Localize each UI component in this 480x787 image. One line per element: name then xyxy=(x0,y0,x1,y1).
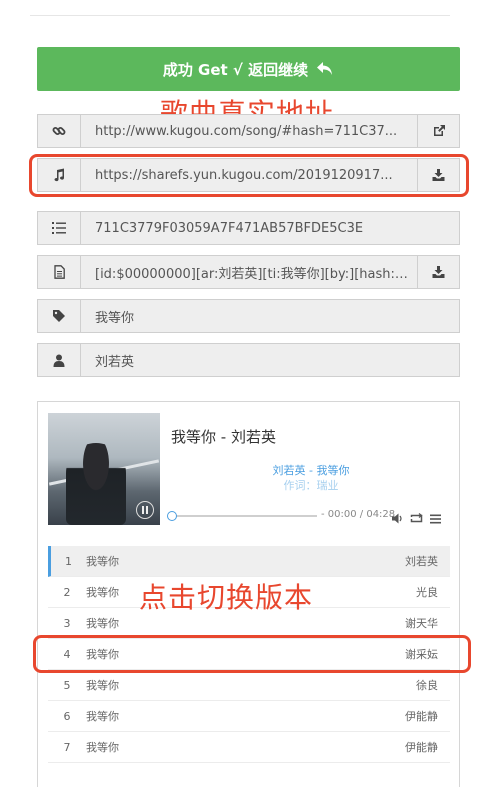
playlist-item-artist: 刘若英 xyxy=(405,555,438,568)
playlist-item-number: 3 xyxy=(63,616,71,630)
external-link-icon[interactable] xyxy=(417,115,459,147)
pause-icon[interactable] xyxy=(136,501,154,519)
progress-bar[interactable] xyxy=(167,510,317,522)
singer-field[interactable]: 刘若英 xyxy=(81,344,459,376)
top-divider xyxy=(30,15,450,16)
singer-row: 刘若英 xyxy=(37,343,460,377)
hash-row: 711C3779F03059A7F471AB57BFDE5C3E xyxy=(37,211,460,245)
playlist-item[interactable]: 6 我等你 伊能静 xyxy=(48,701,450,732)
playlist-item-title: 我等你 xyxy=(86,617,119,630)
page-url-row: http://www.kugou.com/song/#hash=711C37..… xyxy=(37,114,460,148)
list-icon xyxy=(38,212,81,244)
download-icon[interactable] xyxy=(417,256,459,288)
loop-icon[interactable] xyxy=(410,509,423,528)
file-icon xyxy=(38,256,81,288)
lyric-line-current: 刘若英 - 我等你 xyxy=(272,464,350,477)
song-name-field[interactable]: 我等你 xyxy=(81,300,459,332)
playlist-item-artist: 谢天华 xyxy=(405,617,438,630)
playlist-item-artist: 伊能静 xyxy=(405,741,438,754)
volume-icon[interactable] xyxy=(392,509,403,528)
lyric-line-next: 作词：瑞业 xyxy=(283,479,339,492)
annotation-switch-version: 点击切换版本 xyxy=(139,581,314,614)
user-icon xyxy=(38,344,81,376)
hash-field[interactable]: 711C3779F03059A7F471AB57BFDE5C3E xyxy=(81,212,459,244)
success-button-label: 成功 Get √ 返回继续 xyxy=(162,60,309,79)
playlist-item[interactable]: 7 我等你 伊能静 xyxy=(48,732,450,763)
playlist-item-title: 我等你 xyxy=(86,679,119,692)
playlist-item-number: 6 xyxy=(63,709,71,723)
playlist-item-artist: 光良 xyxy=(416,586,438,599)
progress-thumb[interactable] xyxy=(167,511,177,521)
playlist-item-number: 5 xyxy=(63,678,71,692)
song-name-row: 我等你 xyxy=(37,299,460,333)
playlist-item-title: 我等你 xyxy=(86,741,119,754)
reply-icon xyxy=(316,61,334,77)
tag-icon xyxy=(38,300,81,332)
lyrics-row: [id:$00000000][ar:刘若英][ti:我等你][by:][hash… xyxy=(37,255,460,289)
album-cover xyxy=(48,413,160,525)
audio-url-highlight xyxy=(29,154,469,197)
lyrics-field[interactable]: [id:$00000000][ar:刘若英][ti:我等你][by:][hash… xyxy=(81,256,417,288)
playlist-item[interactable]: 5 我等你 徐良 xyxy=(48,670,450,701)
playlist-item-title: 我等你 xyxy=(86,710,119,723)
link-icon xyxy=(38,115,81,147)
success-return-button[interactable]: 成功 Get √ 返回继续 xyxy=(37,47,460,91)
playlist-item-artist: 徐良 xyxy=(416,679,438,692)
playlist-item-number: 7 xyxy=(63,740,71,754)
player-song-title: 我等你 - 刘若英 xyxy=(171,428,276,446)
time-display: - 00:00 / 04:28 xyxy=(321,509,396,520)
playlist-item[interactable]: 1 我等你 刘若英 xyxy=(48,546,450,577)
playlist-item-number: 1 xyxy=(65,554,72,568)
playlist-menu-icon[interactable] xyxy=(430,509,441,528)
playlist-item-number: 2 xyxy=(63,585,71,599)
playlist-item-artist: 伊能静 xyxy=(405,710,438,723)
version-highlight xyxy=(33,635,471,673)
playlist-item-title: 我等你 xyxy=(86,555,119,568)
page-url-field[interactable]: http://www.kugou.com/song/#hash=711C37..… xyxy=(81,115,417,147)
